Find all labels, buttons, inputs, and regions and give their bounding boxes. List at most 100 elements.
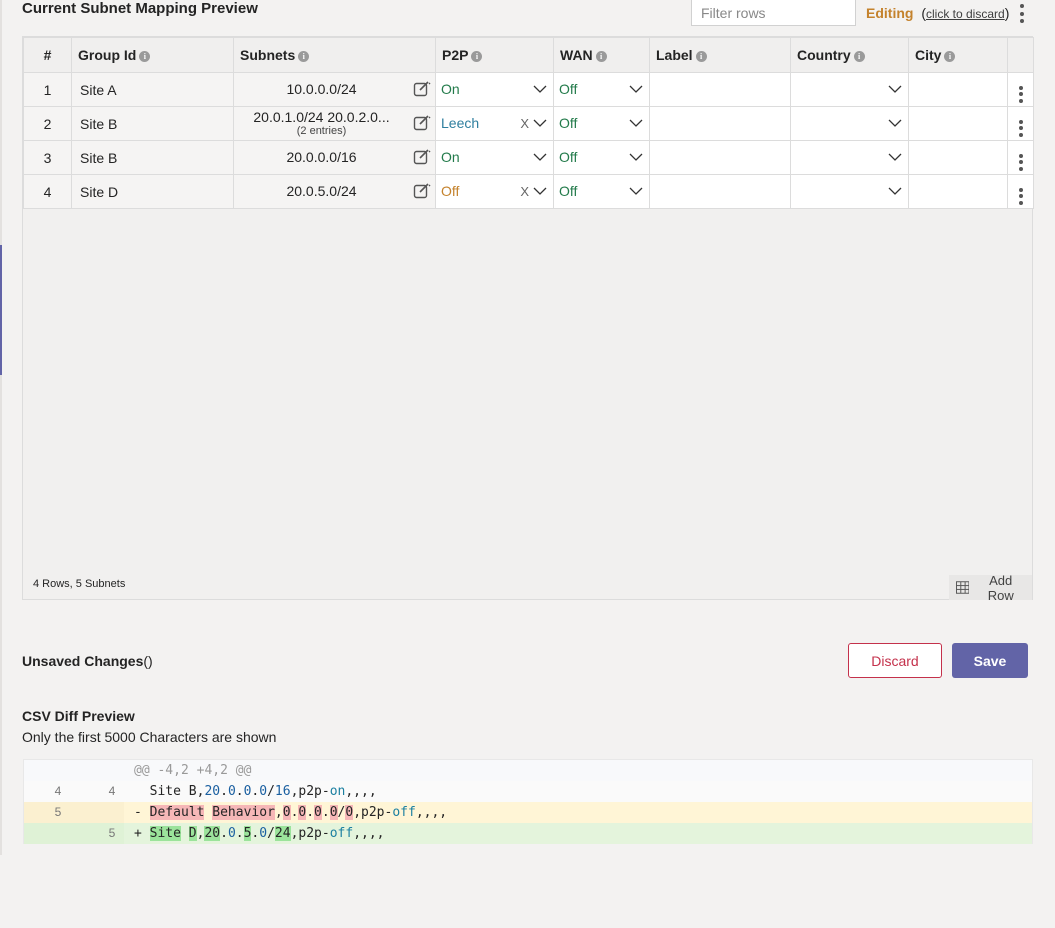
- diff-hunk-header: @@ -4,2 +4,2 @@: [24, 760, 1032, 781]
- col-header-actions: [1007, 37, 1034, 73]
- chevron-down-icon: [888, 187, 902, 195]
- col-header-label[interactable]: Label i: [649, 37, 791, 73]
- label-cell[interactable]: [649, 106, 791, 141]
- p2p-cell[interactable]: On: [435, 72, 554, 107]
- label-cell[interactable]: [649, 72, 791, 107]
- editing-status: Editing (click to discard): [866, 5, 1009, 21]
- country-dropdown[interactable]: [791, 107, 908, 140]
- wan-cell[interactable]: Off: [553, 174, 650, 209]
- col-header-subnets[interactable]: Subnets i: [233, 37, 436, 73]
- table-row[interactable]: 1 Site A 10.0.0.0/24 On Off: [23, 72, 1034, 107]
- editing-label: Editing: [866, 5, 914, 21]
- subnets-cell[interactable]: 20.0.0.0/16: [233, 140, 436, 175]
- chevron-down-icon: [533, 85, 547, 93]
- chevron-down-icon: [629, 119, 643, 127]
- p2p-cell[interactable]: On: [435, 140, 554, 175]
- discard-button[interactable]: Discard: [848, 643, 942, 678]
- p2p-cell[interactable]: Off X: [435, 174, 554, 209]
- p2p-value: On: [441, 81, 460, 97]
- row-more-menu-icon[interactable]: [1018, 85, 1024, 103]
- save-button[interactable]: Save: [952, 643, 1028, 678]
- filter-rows-input[interactable]: [691, 0, 856, 26]
- country-dropdown[interactable]: [791, 175, 908, 208]
- unsaved-changes-heading: Unsaved Changes(): [22, 653, 153, 669]
- p2p-dropdown[interactable]: On: [436, 141, 553, 174]
- city-cell[interactable]: [908, 174, 1008, 209]
- info-icon[interactable]: i: [944, 51, 956, 62]
- chevron-down-icon: [888, 153, 902, 161]
- city-cell[interactable]: [908, 106, 1008, 141]
- info-icon[interactable]: i: [595, 51, 607, 62]
- wan-dropdown[interactable]: Off: [554, 107, 649, 140]
- table-icon: [956, 581, 970, 594]
- table-row[interactable]: 3 Site B 20.0.0.0/16 On Off: [23, 140, 1034, 175]
- row-count: 4 Rows, 5 Subnets: [33, 578, 126, 590]
- row-actions-cell[interactable]: [1007, 72, 1034, 107]
- clear-icon[interactable]: X: [520, 107, 529, 140]
- clear-icon[interactable]: X: [520, 175, 529, 208]
- csv-diff-subtitle: Only the first 5000 Characters are shown: [22, 729, 277, 745]
- wan-cell[interactable]: Off: [553, 140, 650, 175]
- subnets-cell[interactable]: 10.0.0.0/24: [233, 72, 436, 107]
- country-cell[interactable]: [790, 140, 909, 175]
- city-cell[interactable]: [908, 140, 1008, 175]
- row-actions-cell[interactable]: [1007, 106, 1034, 141]
- country-dropdown[interactable]: [791, 141, 908, 174]
- click-to-discard-link[interactable]: click to discard: [926, 7, 1005, 21]
- edit-icon[interactable]: [413, 148, 431, 166]
- p2p-value: Off: [441, 183, 460, 199]
- info-icon[interactable]: i: [695, 51, 707, 62]
- group-id-cell[interactable]: Site B: [71, 106, 234, 141]
- info-icon[interactable]: i: [471, 51, 483, 62]
- col-header-wan[interactable]: WAN i: [553, 37, 650, 73]
- csv-diff-title: CSV Diff Preview: [22, 708, 135, 724]
- group-id-cell[interactable]: Site D: [71, 174, 234, 209]
- header-more-menu-icon[interactable]: [1019, 4, 1025, 23]
- wan-dropdown[interactable]: Off: [554, 175, 649, 208]
- col-header-group-id[interactable]: Group Id i: [71, 37, 234, 73]
- row-index: 1: [23, 72, 72, 107]
- group-id-cell[interactable]: Site A: [71, 72, 234, 107]
- table-row[interactable]: 4 Site D 20.0.5.0/24 Off X Off: [23, 174, 1034, 209]
- row-more-menu-icon[interactable]: [1018, 187, 1024, 205]
- country-cell[interactable]: [790, 174, 909, 209]
- wan-cell[interactable]: Off: [553, 72, 650, 107]
- p2p-dropdown[interactable]: Off X: [436, 175, 553, 208]
- row-actions-cell[interactable]: [1007, 140, 1034, 175]
- col-header-p2p[interactable]: P2P i: [435, 37, 554, 73]
- label-cell[interactable]: [649, 174, 791, 209]
- country-cell[interactable]: [790, 106, 909, 141]
- wan-dropdown[interactable]: Off: [554, 73, 649, 106]
- p2p-dropdown[interactable]: Leech X: [436, 107, 553, 140]
- p2p-cell[interactable]: Leech X: [435, 106, 554, 141]
- subnets-cell[interactable]: 20.0.5.0/24: [233, 174, 436, 209]
- add-row-label: Add Row: [987, 572, 1014, 603]
- col-header-city[interactable]: City i: [908, 37, 1008, 73]
- row-actions-cell[interactable]: [1007, 174, 1034, 209]
- col-header-country[interactable]: Country i: [790, 37, 909, 73]
- row-more-menu-icon[interactable]: [1018, 153, 1024, 171]
- subnet-value: 20.0.1.0/24 20.0.2.0...: [253, 108, 390, 125]
- wan-dropdown[interactable]: Off: [554, 141, 649, 174]
- wan-value: Off: [559, 149, 578, 165]
- info-icon[interactable]: i: [853, 51, 865, 62]
- add-row-button[interactable]: Add Row: [949, 572, 1032, 603]
- edit-icon[interactable]: [413, 182, 431, 200]
- table-row[interactable]: 2 Site B 20.0.1.0/24 20.0.2.0... (2 entr…: [23, 106, 1034, 141]
- city-cell[interactable]: [908, 72, 1008, 107]
- country-dropdown[interactable]: [791, 73, 908, 106]
- group-id-cell[interactable]: Site B: [71, 140, 234, 175]
- country-cell[interactable]: [790, 72, 909, 107]
- row-more-menu-icon[interactable]: [1018, 119, 1024, 137]
- p2p-dropdown[interactable]: On: [436, 73, 553, 106]
- wan-value: Off: [559, 115, 578, 131]
- edit-icon[interactable]: [413, 114, 431, 132]
- row-index: 3: [23, 140, 72, 175]
- edit-icon[interactable]: [413, 80, 431, 98]
- subnets-cell[interactable]: 20.0.1.0/24 20.0.2.0... (2 entries): [233, 106, 436, 141]
- table-header-row: # Group Id i Subnets i P2P i WAN i Label i Co…: [23, 37, 1034, 73]
- info-icon[interactable]: i: [298, 51, 310, 62]
- info-icon[interactable]: i: [139, 51, 151, 62]
- wan-cell[interactable]: Off: [553, 106, 650, 141]
- label-cell[interactable]: [649, 140, 791, 175]
